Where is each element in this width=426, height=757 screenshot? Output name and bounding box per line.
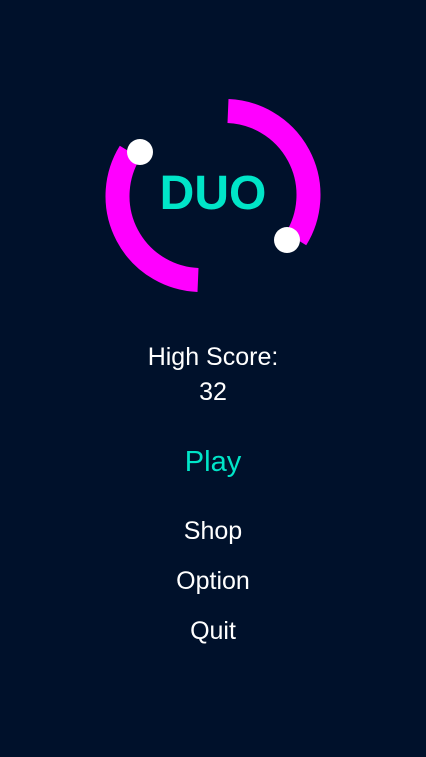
play-button[interactable]: Play bbox=[113, 448, 313, 477]
quit-button[interactable]: Quit bbox=[113, 619, 313, 644]
logo-ring bbox=[105, 99, 321, 292]
high-score-label: High Score: bbox=[147, 343, 279, 371]
option-button[interactable]: Option bbox=[113, 569, 313, 594]
game-logo: DUO bbox=[0, 0, 426, 320]
high-score-value: 32 bbox=[199, 378, 227, 406]
logo-title: DUO bbox=[159, 167, 267, 220]
ball-top-left bbox=[127, 139, 153, 165]
shop-button[interactable]: Shop bbox=[113, 519, 313, 544]
ball-bottom-right bbox=[274, 227, 300, 253]
